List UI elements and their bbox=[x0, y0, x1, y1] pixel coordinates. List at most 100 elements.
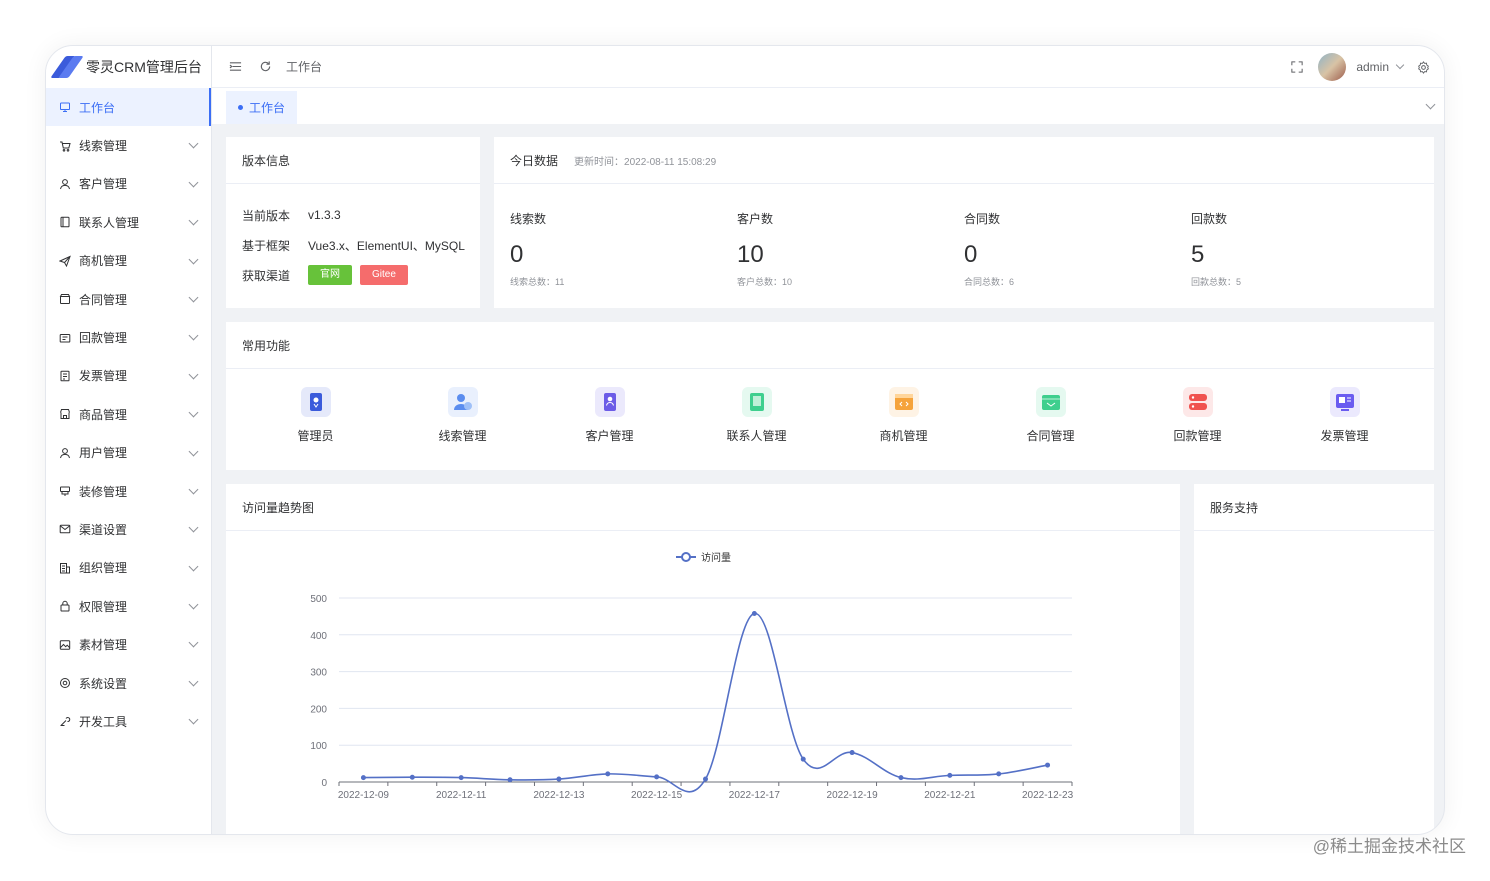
y-tick-label: 0 bbox=[321, 778, 327, 789]
stat-value: 0 bbox=[964, 241, 978, 268]
brush-icon bbox=[59, 485, 71, 497]
version-card-title: 版本信息 bbox=[226, 137, 480, 184]
app-window: 零灵CRM管理后台 工作台 线索管理 客户管理 联系人管理 商机管理 合同管理 回款管理 发票… bbox=[45, 45, 1445, 835]
chevron-down-icon bbox=[188, 292, 199, 303]
chevron-down-icon bbox=[188, 369, 199, 380]
function-shortcut[interactable]: 管理员 bbox=[242, 387, 389, 444]
framework-key: 基于框架 bbox=[242, 238, 291, 253]
x-tick-label: 2022-12-19 bbox=[827, 790, 879, 801]
today-card-title: 今日数据 更新时间：2022-08-11 15:08:29 bbox=[494, 137, 1434, 184]
function-shortcut[interactable]: 商机管理 bbox=[830, 387, 977, 444]
support-card-title: 服务支持 bbox=[1194, 484, 1434, 531]
data-point bbox=[605, 771, 611, 777]
invoice-icon bbox=[1329, 387, 1360, 417]
sidebar-item-label: 开发工具 bbox=[79, 714, 128, 729]
sidebar-item[interactable]: 组织管理 bbox=[46, 549, 211, 587]
sidebar-item[interactable]: 合同管理 bbox=[46, 280, 211, 318]
sidebar-item-label: 装修管理 bbox=[79, 484, 128, 499]
logo[interactable]: 零灵CRM管理后台 bbox=[46, 46, 211, 88]
functions-card-title: 常用功能 bbox=[226, 322, 1434, 369]
sidebar-item[interactable]: 系统设置 bbox=[46, 664, 211, 702]
function-shortcut[interactable]: 回款管理 bbox=[1124, 387, 1271, 444]
avatar[interactable] bbox=[1318, 53, 1347, 81]
sidebar-item[interactable]: 权限管理 bbox=[46, 587, 211, 625]
box-icon bbox=[59, 293, 71, 305]
sidebar-item[interactable]: 回款管理 bbox=[46, 318, 211, 356]
sidebar-item-label: 发票管理 bbox=[79, 369, 128, 384]
function-label: 联系人管理 bbox=[726, 429, 787, 443]
official-site-button[interactable]: 官网 bbox=[308, 265, 352, 285]
function-shortcut[interactable]: 合同管理 bbox=[977, 387, 1124, 444]
function-shortcut[interactable]: 联系人管理 bbox=[683, 387, 830, 444]
sidebar-item[interactable]: 商机管理 bbox=[46, 242, 211, 280]
chevron-down-icon bbox=[188, 407, 199, 418]
function-shortcut[interactable]: 线索管理 bbox=[389, 387, 536, 444]
refresh-icon[interactable] bbox=[258, 60, 272, 74]
function-label: 发票管理 bbox=[1320, 429, 1369, 443]
sidebar-item[interactable]: 客户管理 bbox=[46, 165, 211, 203]
user-dropdown-icon[interactable] bbox=[1395, 60, 1405, 70]
stat-block: 回款数 5 回款总数：5 bbox=[1191, 184, 1418, 288]
version-value: v1.3.3 bbox=[308, 208, 341, 222]
stat-total: 合同总数：6 bbox=[964, 277, 1015, 287]
sidebar: 零灵CRM管理后台 工作台线索管理客户管理联系人管理 商机管理 合同管理 回款管理发票… bbox=[46, 46, 212, 834]
function-shortcut[interactable]: 发票管理 bbox=[1271, 387, 1418, 444]
chevron-down-icon bbox=[188, 599, 199, 610]
fullscreen-icon[interactable] bbox=[1290, 60, 1304, 74]
sidebar-item-label: 工作台 bbox=[79, 100, 116, 115]
stat-value: 10 bbox=[737, 241, 764, 268]
y-tick-label: 200 bbox=[310, 704, 327, 715]
data-point bbox=[996, 771, 1002, 777]
sidebar-item[interactable]: 素材管理 bbox=[46, 625, 211, 663]
sidebar-item[interactable]: 开发工具 bbox=[46, 702, 211, 740]
stat-label: 合同数 bbox=[964, 212, 1001, 226]
tabs-more-icon[interactable] bbox=[1425, 99, 1436, 110]
business-icon bbox=[888, 387, 919, 417]
function-label: 管理员 bbox=[297, 429, 334, 443]
user-icon bbox=[59, 447, 71, 459]
function-shortcut[interactable]: 客户管理 bbox=[536, 387, 683, 444]
support-card: 服务支持 bbox=[1194, 484, 1434, 834]
chevron-down-icon bbox=[188, 215, 199, 226]
username[interactable]: admin bbox=[1356, 60, 1389, 74]
settings-icon[interactable] bbox=[1417, 60, 1430, 74]
y-tick-label: 500 bbox=[310, 594, 327, 605]
stat-total: 客户总数：10 bbox=[737, 277, 793, 287]
sidebar-item[interactable]: 线索管理 bbox=[46, 126, 211, 164]
stat-total: 回款总数：5 bbox=[1191, 277, 1242, 287]
sidebar-item[interactable]: 联系人管理 bbox=[46, 203, 211, 241]
framework-row: 基于框架 Vue3.x、ElementUI、MySQL bbox=[226, 230, 480, 260]
sidebar-item[interactable]: 用户管理 bbox=[46, 434, 211, 472]
top-header: 工作台 admin bbox=[212, 46, 1444, 88]
office-icon bbox=[59, 562, 71, 574]
sidebar-item-label: 权限管理 bbox=[79, 599, 128, 614]
sidebar-item[interactable]: 工作台 bbox=[46, 88, 211, 127]
visit-trend-chart: 0 100 200 300 400 500 2022-12-09 2022-12-11 2022… bbox=[310, 551, 1074, 801]
sidebar-menu: 工作台线索管理客户管理联系人管理 商机管理 合同管理 回款管理发票管理商品管理 用户管理… bbox=[46, 88, 211, 741]
sidebar-item[interactable]: 商品管理 bbox=[46, 395, 211, 433]
functions-card: 常用功能 管理员 线索管理 客户管理 联系人管理 商机管理 合同管理 回款管理 发票管理 bbox=[226, 322, 1434, 470]
gitee-button[interactable]: Gitee bbox=[360, 265, 408, 285]
notebook-icon bbox=[59, 216, 71, 228]
framework-value: Vue3.x、ElementUI、MySQL bbox=[308, 238, 465, 253]
user-icon bbox=[59, 178, 71, 190]
message-icon bbox=[59, 523, 71, 535]
menu-fold-icon[interactable] bbox=[228, 60, 242, 74]
app-title: 零灵CRM管理后台 bbox=[86, 59, 202, 75]
stat-block: 线索数 0 线索总数：11 bbox=[510, 184, 737, 288]
sidebar-item[interactable]: 渠道设置 bbox=[46, 510, 211, 548]
header-right: admin bbox=[1274, 46, 1430, 88]
sidebar-item[interactable]: 装修管理 bbox=[46, 472, 211, 510]
ticket-icon bbox=[59, 370, 71, 382]
sidebar-item-label: 组织管理 bbox=[79, 561, 128, 576]
data-point bbox=[800, 756, 806, 762]
channel-key: 获取渠道 bbox=[242, 268, 291, 283]
stat-value: 5 bbox=[1191, 241, 1205, 268]
x-tick-label: 2022-12-23 bbox=[1022, 790, 1074, 801]
sidebar-item-label: 客户管理 bbox=[79, 177, 128, 192]
watermark: @稀土掘金技术社区 bbox=[1312, 837, 1466, 856]
sidebar-item-label: 线索管理 bbox=[79, 139, 128, 154]
tab-workbench[interactable]: 工作台 bbox=[226, 91, 298, 124]
sidebar-item[interactable]: 发票管理 bbox=[46, 357, 211, 395]
stat-value: 0 bbox=[510, 241, 524, 268]
